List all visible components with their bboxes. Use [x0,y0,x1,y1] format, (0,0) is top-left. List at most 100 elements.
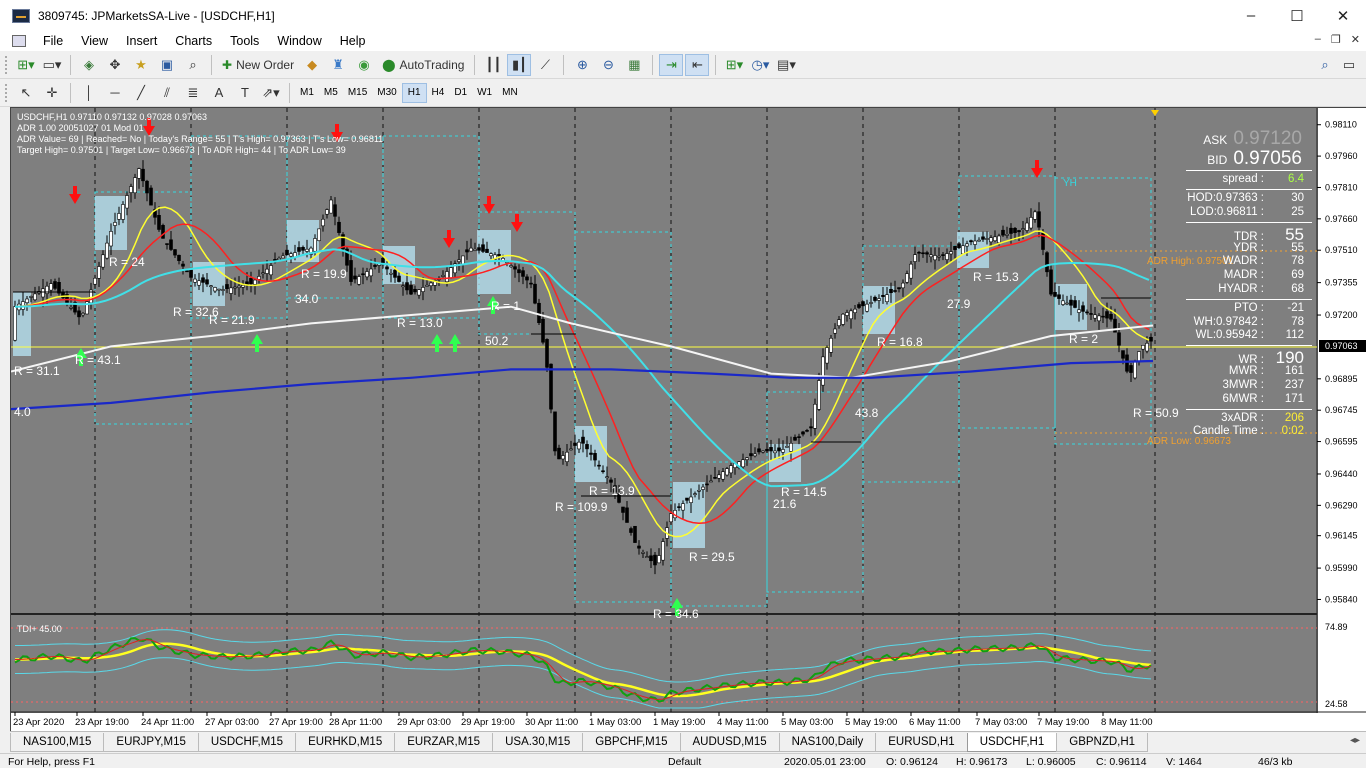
panel-row: 3xADR : 206 [1176,412,1312,426]
candle-body [329,199,333,214]
candle-body [509,265,513,268]
templates-icon[interactable]: ▤▾ [774,54,798,76]
menu-view[interactable]: View [72,34,117,48]
indicators-icon[interactable]: ⊞▾ [722,54,746,76]
zoom-out-icon[interactable]: ⊖ [596,54,620,76]
price-chart[interactable]: R = 31.1R = 43.1R = 24R = 32.6R = 21.934… [11,108,1366,732]
candle-body [1089,313,1093,315]
tf-m30[interactable]: M30 [372,83,401,103]
tf-h1[interactable]: H1 [401,82,427,103]
horizontal-line-icon[interactable]: ─ [103,82,127,104]
vps-icon[interactable]: ◉ [352,54,376,76]
menu-help[interactable]: Help [331,34,375,48]
candle-body [705,483,709,486]
cursor-icon[interactable]: ↖ [14,82,38,104]
chart-window-icon[interactable] [12,35,26,47]
price-label: 0.96145 [1325,531,1358,541]
close-button[interactable]: ✕ [1320,0,1366,31]
candle-body [1005,234,1009,236]
chart-tab[interactable]: USA.30,M15 [492,733,584,752]
candle-body [557,447,561,460]
metaeditor-icon[interactable]: ◆ [300,54,324,76]
candle-body [873,296,877,301]
chart-tab[interactable]: GBPCHF,M15 [582,733,681,752]
candle-body [489,253,493,257]
tf-w1[interactable]: W1 [472,83,497,103]
tf-m15[interactable]: M15 [343,83,372,103]
text-icon[interactable]: A [207,82,231,104]
menu-charts[interactable]: Charts [166,34,221,48]
vertical-line-icon[interactable]: │ [77,82,101,104]
search-icon[interactable]: ⌕ [1313,54,1337,76]
candle-body [281,255,285,259]
tf-m1[interactable]: M1 [295,83,319,103]
chart-tab[interactable]: EURHKD,M15 [295,733,396,752]
chart-tab[interactable]: NAS100,M15 [10,733,105,752]
fibonacci-icon[interactable]: ≣ [181,82,205,104]
equidistant-channel-icon[interactable]: ⫽ [155,82,179,104]
chart-window[interactable]: R = 31.1 R = 43.1 R = 24 R = 32.6 R = 21.9 34… [10,107,1366,732]
mdi-close-icon[interactable]: ✕ [1351,33,1360,46]
chart-tab[interactable]: NAS100,Daily [778,733,877,752]
mdi-restore-icon[interactable]: ❐ [1331,33,1341,46]
menu-file[interactable]: File [34,34,72,48]
chat-icon[interactable]: ▭ [1337,54,1361,76]
tab-scroll-icon[interactable]: ◂▸ [1350,735,1360,746]
panel-row-label: MADR : [1223,269,1264,282]
candle-body [905,273,909,283]
signals-icon[interactable]: ♜ [326,54,350,76]
line-chart-icon[interactable]: ⟋ [533,54,557,76]
autotrading-button[interactable]: ⬤ AutoTrading [378,54,468,76]
data-window-icon[interactable]: ★ [129,54,153,76]
arrows-icon[interactable]: ⇗▾ [259,82,283,104]
candle-body [1045,252,1049,273]
menu-insert[interactable]: Insert [117,34,166,48]
tf-d1[interactable]: D1 [449,83,472,103]
chart-tab[interactable]: EURZAR,M15 [394,733,494,752]
maximize-button[interactable]: ☐ [1274,0,1320,31]
chart-tab[interactable]: USDCHF,M15 [197,733,297,752]
chart-tab[interactable]: AUDUSD,M15 [679,733,780,752]
tdi-level-label: 24.58 [1325,699,1348,709]
time-label: 30 Apr 11:00 [525,717,578,728]
chart-tab[interactable]: EURJPY,M15 [103,733,199,752]
chart-tab[interactable]: USDCHF,H1 [966,733,1058,752]
candle-body [405,282,409,291]
panel-row-value: 237 [1284,378,1304,391]
candle-body [317,228,321,241]
panel-row-value: 206 [1284,411,1304,424]
strategy-tester-icon[interactable]: ⌕ [181,54,205,76]
minimize-button[interactable]: – [1228,0,1274,31]
price-label: 0.95990 [1325,563,1358,573]
candle-body [321,218,325,227]
navigator-icon[interactable]: ✥ [103,54,127,76]
price-label: 0.97960 [1325,151,1358,161]
chart-shift-icon[interactable]: ⇤ [685,53,710,76]
bar-chart-icon[interactable]: ┃┃ [481,54,505,76]
candle-body [157,215,161,230]
mdi-minimize-icon[interactable]: – [1315,33,1321,46]
menu-window[interactable]: Window [268,34,330,48]
text-label-icon[interactable]: T [233,82,257,104]
tf-h4[interactable]: H4 [427,83,450,103]
periods-icon[interactable]: ◷▾ [748,54,772,76]
auto-scroll-icon[interactable]: ⇥ [659,53,684,76]
chart-tab[interactable]: GBPNZD,H1 [1056,733,1149,752]
panel-row-value: 171 [1284,392,1304,405]
tile-windows-icon[interactable]: ▦ [622,54,646,76]
candle-body [173,249,177,256]
crosshair-icon[interactable]: ✛ [40,82,64,104]
tf-mn[interactable]: MN [497,83,523,103]
terminal-icon[interactable]: ▣ [155,54,179,76]
zoom-in-icon[interactable]: ⊕ [570,54,594,76]
menu-tools[interactable]: Tools [221,34,268,48]
candlestick-icon[interactable]: ▮┃ [507,53,532,76]
trendline-icon[interactable]: ╱ [129,82,153,104]
market-watch-icon[interactable]: ◈ [77,54,101,76]
candle-body [373,265,377,267]
new-order-button[interactable]: ✚ New Order [218,54,298,76]
tf-m5[interactable]: M5 [319,83,343,103]
chart-tab[interactable]: EURUSD,H1 [875,733,968,752]
profiles-icon[interactable]: ▭▾ [40,54,64,76]
new-chart-icon[interactable]: ⊞▾ [14,54,38,76]
